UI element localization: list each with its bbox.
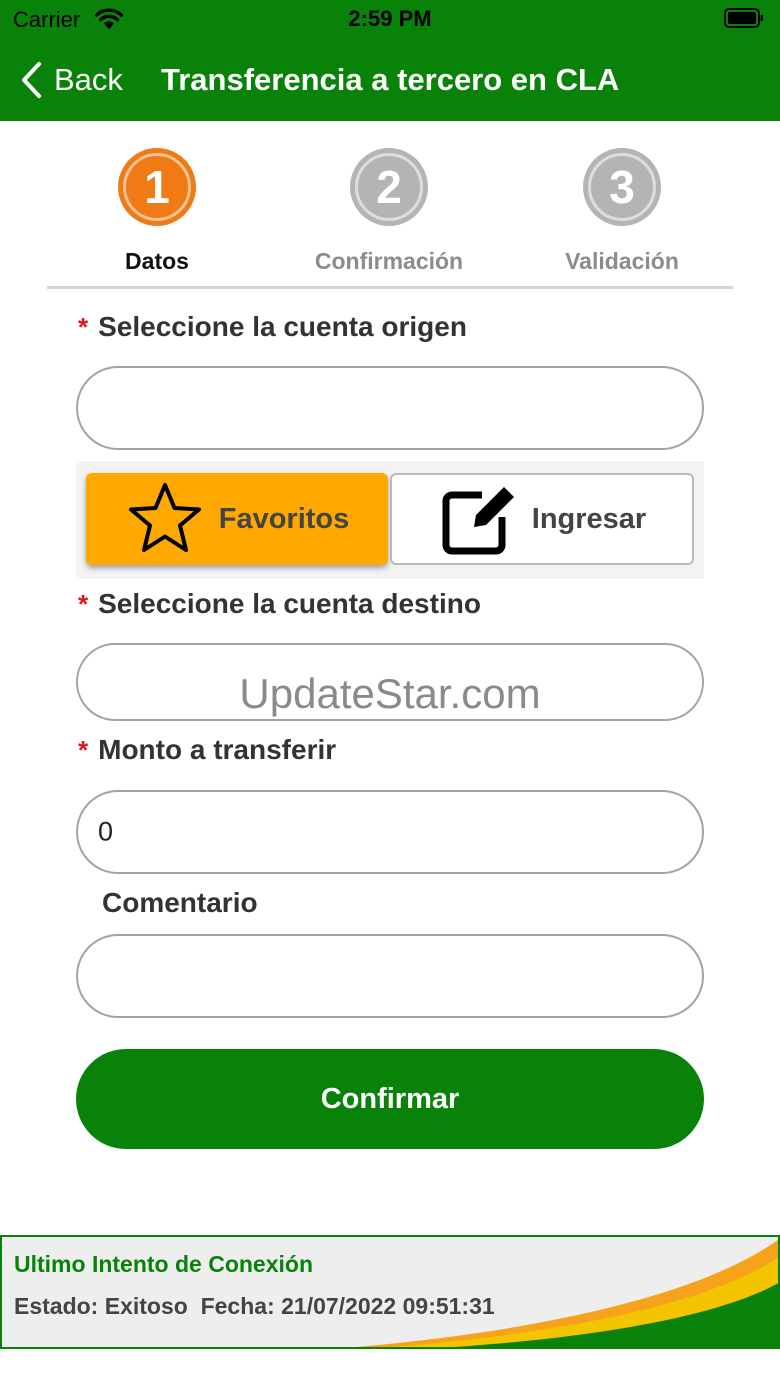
status-bar: Carrier 2:59 PM xyxy=(0,0,780,40)
navigation-bar: Carrier 2:59 PM Back Transferencia a ter… xyxy=(0,0,780,121)
stepper-divider xyxy=(47,286,733,289)
required-marker: * xyxy=(78,589,89,619)
favorites-label: Favoritos xyxy=(218,502,350,535)
amount-label: * Monto a transferir xyxy=(78,734,336,766)
origin-account-label-text: Seleccione la cuenta origen xyxy=(98,311,467,342)
step-number-circle: 2 xyxy=(350,148,428,226)
origin-account-select[interactable] xyxy=(76,366,704,450)
amount-value: 0 xyxy=(98,816,114,847)
step-datos: 1 Datos xyxy=(57,148,257,275)
destination-account-label-text: Seleccione la cuenta destino xyxy=(98,588,481,619)
enter-account-button[interactable]: Ingresar xyxy=(390,473,694,565)
origin-account-label: * Seleccione la cuenta origen xyxy=(78,311,467,343)
last-connection-banner: Ultimo Intento de Conexión Estado: Exito… xyxy=(0,1235,780,1349)
step-number-circle: 1 xyxy=(118,148,196,226)
confirm-button[interactable]: Confirmar xyxy=(76,1049,704,1149)
amount-input[interactable]: 0 xyxy=(76,790,704,874)
back-chevron-icon xyxy=(22,62,41,98)
amount-label-text: Monto a transferir xyxy=(98,734,337,765)
step-validacion: 3 Validación xyxy=(522,148,722,275)
comment-label: Comentario xyxy=(102,887,258,918)
page-title: Transferencia a tercero en CLA xyxy=(161,62,620,97)
star-icon xyxy=(128,483,201,552)
required-marker: * xyxy=(78,735,89,765)
step-number-circle: 3 xyxy=(583,148,661,226)
watermark: UpdateStar.com xyxy=(239,670,541,717)
clock: 2:59 PM xyxy=(348,6,432,31)
destination-account-label: * Seleccione la cuenta destino xyxy=(78,588,481,620)
step-confirmacion: 2 Confirmación xyxy=(289,148,489,275)
edit-icon xyxy=(442,487,514,555)
favorites-button[interactable]: Favoritos xyxy=(86,473,388,565)
comment-input[interactable] xyxy=(76,934,704,1018)
battery-icon xyxy=(724,8,763,28)
last-connection-status: Estado: Exitoso Fecha: 21/07/2022 09:51:… xyxy=(14,1293,495,1319)
required-marker: * xyxy=(78,312,89,342)
enter-account-label: Ingresar xyxy=(531,502,647,535)
destination-mode-segment: Favoritos Ingresar xyxy=(76,461,704,579)
step-label: Confirmación xyxy=(314,248,464,274)
back-label: Back xyxy=(54,62,123,97)
back-button[interactable]: Back xyxy=(20,58,123,102)
step-label: Datos xyxy=(125,248,189,274)
step-label: Validación xyxy=(565,248,679,274)
last-connection-title: Ultimo Intento de Conexión xyxy=(14,1251,313,1277)
